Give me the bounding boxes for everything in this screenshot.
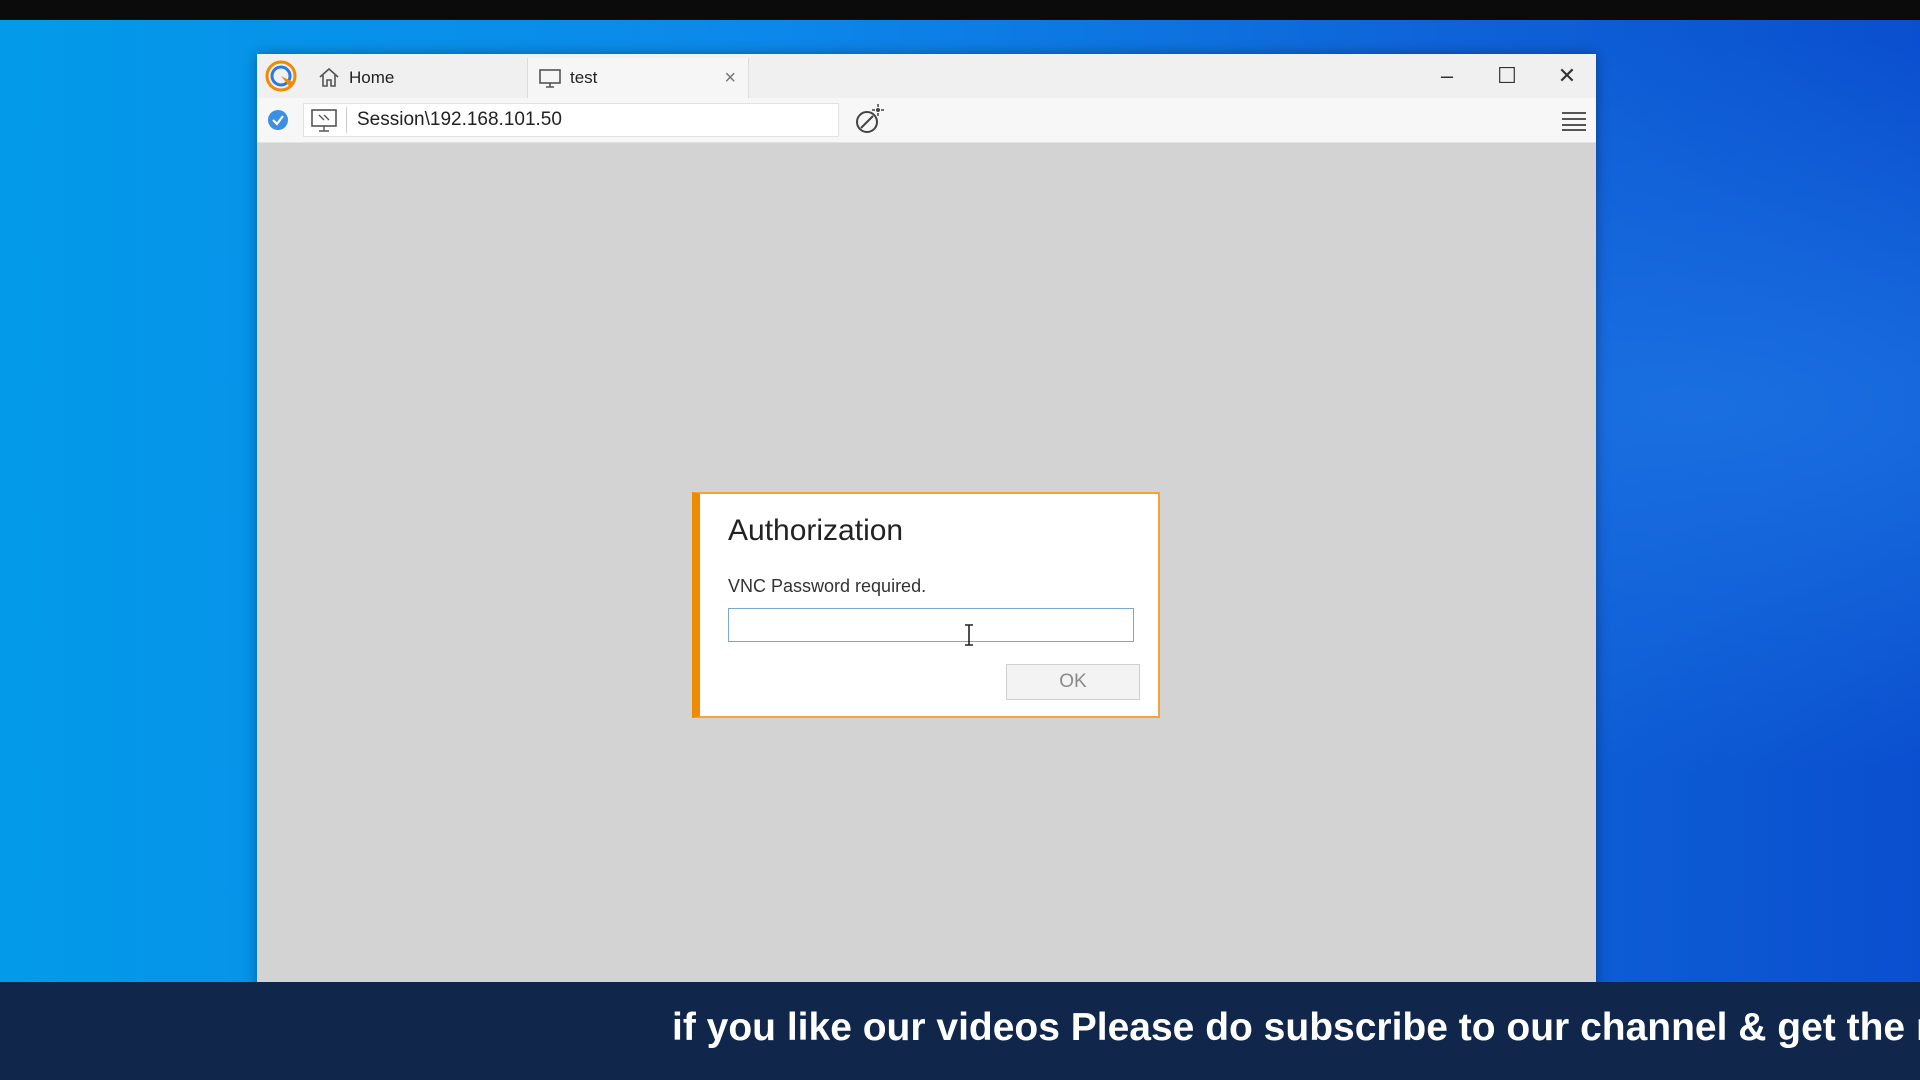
tab-home-label: Home — [349, 68, 395, 87]
connected-check-icon — [268, 110, 288, 130]
address-separator — [346, 107, 347, 133]
desktop-background: Home test × – ☐ ✕ Session\192.168.101.50… — [0, 20, 1920, 1002]
home-icon — [319, 67, 339, 87]
hamburger-menu-icon[interactable] — [1561, 110, 1587, 132]
dialog-message: VNC Password required. — [728, 576, 927, 596]
app-logo-icon — [265, 60, 297, 92]
address-bar[interactable]: Session\192.168.101.50 — [303, 103, 839, 137]
authorization-dialog: Authorization VNC Password required. OK — [692, 492, 1160, 718]
text-cursor-icon — [965, 624, 973, 646]
remote-desktop-window: Home test × – ☐ ✕ Session\192.168.101.50… — [257, 54, 1596, 1002]
monitor-icon — [539, 69, 561, 88]
minimize-button[interactable]: – — [1433, 62, 1461, 90]
close-window-button[interactable]: ✕ — [1553, 62, 1581, 90]
maximize-button[interactable]: ☐ — [1493, 62, 1521, 90]
vnc-password-input[interactable] — [728, 608, 1134, 642]
tools-icon[interactable] — [852, 103, 886, 137]
address-text: Session\192.168.101.50 — [357, 109, 562, 130]
banner-text: if you like our videos Please do subscri… — [672, 1006, 1920, 1049]
tab-close-icon[interactable]: × — [724, 67, 736, 90]
tab-test-label: test — [570, 68, 598, 87]
dialog-title: Authorization — [728, 514, 904, 547]
top-black-bar — [0, 0, 1920, 20]
tab-test[interactable]: test × — [527, 58, 749, 98]
subscribe-banner: if you like our videos Please do subscri… — [0, 982, 1920, 1080]
ok-button[interactable]: OK — [1006, 664, 1140, 700]
remote-session-icon — [311, 109, 337, 132]
title-bar: Home test × – ☐ ✕ — [257, 54, 1596, 98]
toolbar: Session\192.168.101.50 — [257, 98, 1596, 143]
tab-home[interactable]: Home — [307, 58, 523, 98]
